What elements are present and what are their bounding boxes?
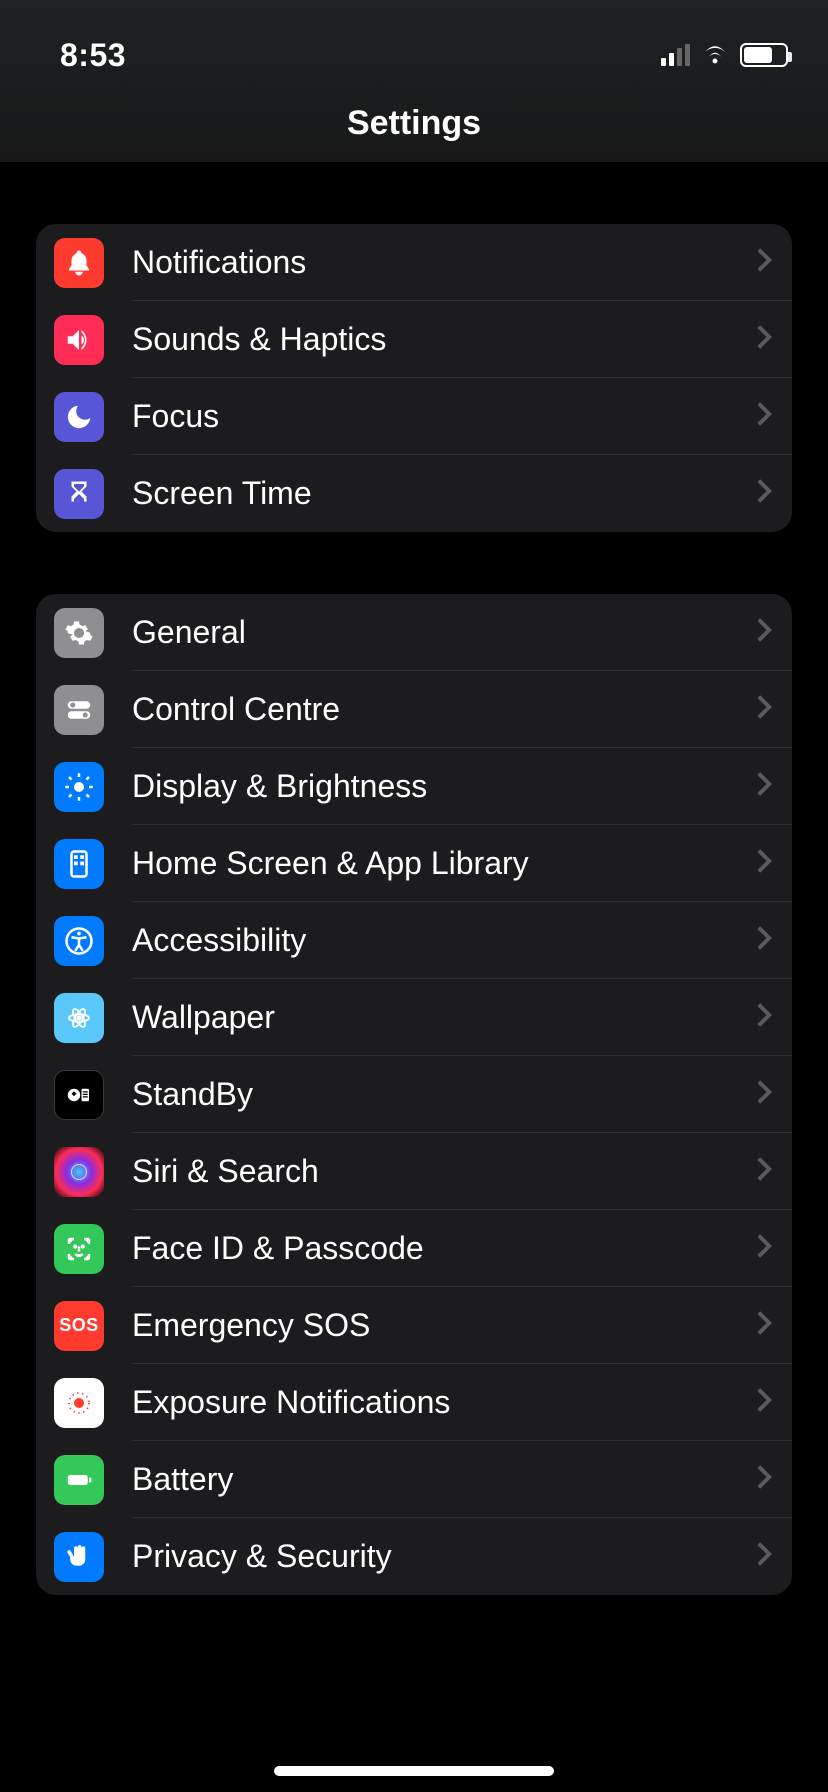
row-emergency-sos[interactable]: SOS Emergency SOS: [36, 1287, 792, 1364]
flower-icon: [54, 993, 104, 1043]
grid-icon: [54, 839, 104, 889]
row-label: Privacy & Security: [132, 1538, 756, 1575]
accessibility-icon: [54, 916, 104, 966]
row-label: Battery: [132, 1461, 756, 1498]
chevron-right-icon: [756, 478, 772, 509]
page-title: Settings: [0, 104, 828, 143]
row-label: Notifications: [132, 244, 756, 281]
sos-icon: SOS: [54, 1301, 104, 1351]
toggles-icon: [54, 685, 104, 735]
chevron-right-icon: [756, 1310, 772, 1341]
row-label: Display & Brightness: [132, 768, 756, 805]
row-accessibility[interactable]: Accessibility: [36, 902, 792, 979]
wifi-icon: [700, 42, 730, 69]
row-label: Accessibility: [132, 922, 756, 959]
speaker-icon: [54, 315, 104, 365]
hourglass-icon: [54, 469, 104, 519]
status-icons: [661, 42, 788, 69]
chevron-right-icon: [756, 401, 772, 432]
settings-list: Notifications Sounds & Haptics Focus Scr…: [0, 224, 828, 1595]
chevron-right-icon: [756, 1464, 772, 1495]
row-label: Siri & Search: [132, 1153, 756, 1190]
settings-group: General Control Centre Display & Brightn…: [36, 594, 792, 1595]
chevron-right-icon: [756, 1541, 772, 1572]
row-privacy-security[interactable]: Privacy & Security: [36, 1518, 792, 1595]
row-label: Sounds & Haptics: [132, 321, 756, 358]
home-indicator[interactable]: [274, 1766, 554, 1776]
row-label: Screen Time: [132, 475, 756, 512]
faceid-icon: [54, 1224, 104, 1274]
chevron-right-icon: [756, 1387, 772, 1418]
hand-icon: [54, 1532, 104, 1582]
row-siri-search[interactable]: Siri & Search: [36, 1133, 792, 1210]
chevron-right-icon: [756, 848, 772, 879]
battery-icon: [740, 43, 788, 67]
row-label: Face ID & Passcode: [132, 1230, 756, 1267]
status-bar: 8:53: [0, 30, 828, 80]
chevron-right-icon: [756, 324, 772, 355]
row-label: StandBy: [132, 1076, 756, 1113]
chevron-right-icon: [756, 694, 772, 725]
chevron-right-icon: [756, 1156, 772, 1187]
siri-icon: [54, 1147, 104, 1197]
row-label: Wallpaper: [132, 999, 756, 1036]
battery-icon: [54, 1455, 104, 1505]
exposure-icon: [54, 1378, 104, 1428]
chevron-right-icon: [756, 1233, 772, 1264]
standby-icon: [54, 1070, 104, 1120]
header: 8:53 Settings: [0, 0, 828, 162]
status-time: 8:53: [60, 37, 126, 74]
gear-icon: [54, 608, 104, 658]
row-faceid-passcode[interactable]: Face ID & Passcode: [36, 1210, 792, 1287]
row-label: Control Centre: [132, 691, 756, 728]
row-battery[interactable]: Battery: [36, 1441, 792, 1518]
row-wallpaper[interactable]: Wallpaper: [36, 979, 792, 1056]
row-display-brightness[interactable]: Display & Brightness: [36, 748, 792, 825]
row-home-screen[interactable]: Home Screen & App Library: [36, 825, 792, 902]
moon-icon: [54, 392, 104, 442]
row-label: Focus: [132, 398, 756, 435]
row-sounds-haptics[interactable]: Sounds & Haptics: [36, 301, 792, 378]
row-notifications[interactable]: Notifications: [36, 224, 792, 301]
row-label: Home Screen & App Library: [132, 845, 756, 882]
chevron-right-icon: [756, 1079, 772, 1110]
row-general[interactable]: General: [36, 594, 792, 671]
chevron-right-icon: [756, 925, 772, 956]
row-label: Exposure Notifications: [132, 1384, 756, 1421]
cellular-icon: [661, 44, 690, 66]
row-screen-time[interactable]: Screen Time: [36, 455, 792, 532]
chevron-right-icon: [756, 1002, 772, 1033]
row-exposure-notifications[interactable]: Exposure Notifications: [36, 1364, 792, 1441]
row-focus[interactable]: Focus: [36, 378, 792, 455]
row-label: General: [132, 614, 756, 651]
chevron-right-icon: [756, 247, 772, 278]
settings-group: Notifications Sounds & Haptics Focus Scr…: [36, 224, 792, 532]
chevron-right-icon: [756, 617, 772, 648]
row-control-centre[interactable]: Control Centre: [36, 671, 792, 748]
bell-icon: [54, 238, 104, 288]
row-label: Emergency SOS: [132, 1307, 756, 1344]
sun-icon: [54, 762, 104, 812]
row-standby[interactable]: StandBy: [36, 1056, 792, 1133]
chevron-right-icon: [756, 771, 772, 802]
